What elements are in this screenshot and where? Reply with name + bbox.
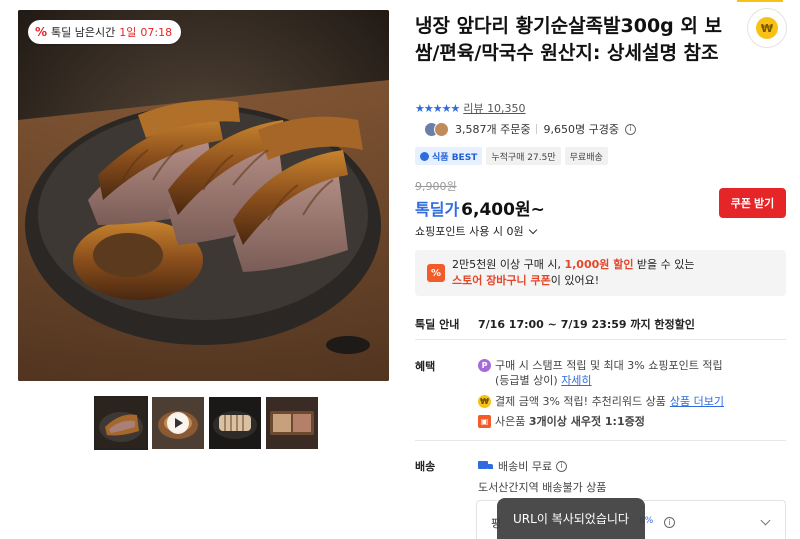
won-coin-icon: ₩ <box>478 395 491 408</box>
thumbnail-video[interactable] <box>152 397 204 449</box>
gift-description: 3개이상 새우젓 1:1증정 <box>528 415 645 428</box>
coupon-promo-banner[interactable]: % 2만5천원 이상 구매 시, 1,000원 할인 받을 수 있는 스토어 장… <box>415 250 786 296</box>
activity-stats: 3,587개 주문중 9,650명 구경중 i <box>424 121 636 137</box>
original-price: 9,900원 <box>415 180 457 193</box>
chevron-down-icon <box>528 225 537 234</box>
copy-url-toast: URL이 복사되었습니다 <box>497 498 645 539</box>
jokbal-photo <box>18 10 389 381</box>
timer-clock: 07:18 <box>140 25 173 39</box>
product-tags: 식품 BEST 누적구매 27.5만 무료배송 <box>415 147 608 165</box>
tag-label: 식품 BEST <box>432 152 478 163</box>
benefit-line: (등급별 상이) 자세히 <box>495 373 723 388</box>
benefit-text: 결제 금액 3% 적립! 추천리워드 상품 <box>495 395 666 408</box>
price-value: 6,400원~ <box>461 200 545 220</box>
get-coupon-button[interactable]: 쿠폰 받기 <box>719 188 786 218</box>
best-tag: 식품 BEST <box>415 147 483 165</box>
product-page: % 톡딜 남은시간 1일 07:18 ₩ 냉장 앞다리 황기순살족발300g 외… <box>0 0 800 539</box>
benefit-stamp: P 구매 시 스탬프 적립 및 최대 3% 쇼핑포인트 적립 (등급별 상이) … <box>478 358 723 388</box>
review-count: 10,350 <box>487 102 526 115</box>
free-shipping-tag: 무료배송 <box>564 147 608 165</box>
shipping-fee: 배송비 무료 <box>498 460 553 473</box>
viewers-count: 9,650명 구경중 <box>543 123 619 136</box>
thumbnail-image <box>266 397 318 449</box>
benefit-text: 사은품 3개이상 새우젓 1:1증정 <box>495 414 645 429</box>
price-label: 톡딜가 <box>415 200 460 219</box>
promo-discount: 1,000원 할인 <box>564 258 634 271</box>
orders-count: 3,587개 주문중 <box>455 123 531 136</box>
timer-prefix: 톡딜 남은시간 <box>51 26 116 39</box>
reward-button[interactable]: ₩ <box>747 8 787 48</box>
review-link[interactable]: 리뷰 10,350 <box>463 100 525 116</box>
product-title: 냉장 앞다리 황기순살족발300g 외 보쌈/편육/막국수 원산지: 상세설명 … <box>415 15 722 64</box>
benefits-label: 혜택 <box>415 360 436 373</box>
promo-line-2: 스토어 장바구니 쿠폰이 있어요! <box>452 273 695 289</box>
shipping-note: 도서산간지역 배송불가 상품 <box>478 481 607 494</box>
chevron-down-icon <box>760 515 771 526</box>
promo-coupon-name: 스토어 장바구니 쿠폰 <box>452 274 551 287</box>
thumbnail-1[interactable] <box>94 396 148 450</box>
percent-icon: % <box>35 25 48 39</box>
deal-info-label: 톡딜 안내 <box>415 318 460 331</box>
benefit-note: (등급별 상이) <box>495 374 558 387</box>
section-divider <box>415 440 786 441</box>
badge-icon <box>420 151 429 161</box>
promo-text-part: 받을 수 있는 <box>633 258 695 271</box>
benefit-text: 구매 시 스탬프 적립 및 최대 3% 쇼핑포인트 적립 (등급별 상이) 자세… <box>495 358 723 388</box>
play-icon <box>167 412 189 434</box>
deal-price: 톡딜가 6,400원~ <box>415 195 545 220</box>
truck-icon <box>478 461 494 471</box>
shipping-fee-row: 배송비 무료 i <box>478 458 568 474</box>
shipping-label: 배송 <box>415 460 436 473</box>
thumbnail-image <box>209 397 261 449</box>
main-product-image[interactable] <box>18 10 389 381</box>
promo-line-1: 2만5천원 이상 구매 시, 1,000원 할인 받을 수 있는 <box>452 257 695 273</box>
promo-text-part: 이 있어요! <box>550 274 600 287</box>
points-label: 쇼핑포인트 사용 시 0원 <box>415 225 524 238</box>
buyer-avatars <box>424 121 449 137</box>
promo-text-part: 2만5천원 이상 구매 시, <box>452 258 565 271</box>
won-coin-icon: ₩ <box>756 17 778 39</box>
points-dropdown[interactable]: 쇼핑포인트 사용 시 0원 <box>415 223 537 239</box>
more-products-link[interactable]: 상품 더보기 <box>670 394 724 409</box>
point-icon: P <box>478 359 491 372</box>
thumbnail-3[interactable] <box>209 397 261 449</box>
benefit-reward: ₩ 결제 금액 3% 적립! 추천리워드 상품 상품 더보기 <box>478 394 724 409</box>
thumbnail-image <box>95 397 147 449</box>
thumbnail-4[interactable] <box>266 397 318 449</box>
gift-icon: ▣ <box>478 415 491 428</box>
info-icon[interactable]: i <box>556 460 568 472</box>
avatar <box>434 121 449 137</box>
reward-accent-line <box>737 0 783 2</box>
rating-stars: ★★★★★ <box>415 101 460 115</box>
rating-row: ★★★★★ 리뷰 10,350 <box>415 100 526 116</box>
promo-text: 2만5천원 이상 구매 시, 1,000원 할인 받을 수 있는 스토어 장바구… <box>452 257 695 289</box>
gift-prefix: 사은품 <box>495 415 529 428</box>
purchases-tag: 누적구매 27.5만 <box>486 147 561 165</box>
deal-period: 7/16 17:00 ~ 7/19 23:59 까지 한정할인 <box>478 318 695 331</box>
divider <box>536 124 538 134</box>
info-icon[interactable]: i <box>664 517 675 528</box>
thumbnail-strip <box>94 396 318 450</box>
benefit-gift: ▣ 사은품 3개이상 새우젓 1:1증정 <box>478 414 645 429</box>
info-icon[interactable]: i <box>624 123 636 135</box>
discount-icon: % <box>427 264 445 282</box>
details-link[interactable]: 자세히 <box>561 374 591 387</box>
section-divider <box>415 339 786 340</box>
benefit-line: 구매 시 스탬프 적립 및 최대 3% 쇼핑포인트 적립 <box>495 359 723 372</box>
review-label: 리뷰 <box>463 102 484 115</box>
deal-timer-badge: % 톡딜 남은시간 1일 07:18 <box>28 20 182 44</box>
timer-days: 1일 <box>119 26 137 39</box>
